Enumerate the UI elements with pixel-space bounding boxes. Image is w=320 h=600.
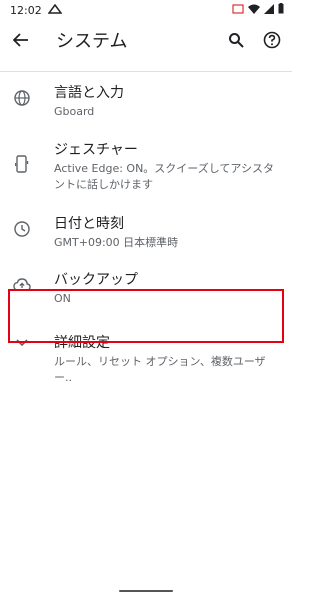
cloud-sync-icon [47,3,63,17]
clock-icon [0,215,44,237]
list-item-date-time[interactable]: 日付と時刻 GMT+09:00 日本標準時 [0,215,292,251]
search-icon[interactable] [222,26,250,54]
item-title: 言語と入力 [54,85,124,101]
cast-icon [232,3,244,17]
item-subtitle: Active Edge: ON。スクイーズしてアシスタントに話しかけます [54,162,274,191]
cloud-upload-icon [0,271,44,291]
item-subtitle: Gboard [54,105,95,118]
header-divider [0,71,292,72]
navigation-handle[interactable] [119,590,173,592]
wifi-icon [248,4,260,17]
back-arrow-icon[interactable] [0,20,42,60]
item-title: ジェスチャー [54,142,138,158]
highlight-box [8,289,284,343]
page-title: システム [56,31,128,52]
status-bar: 12:02 [0,0,292,20]
list-item-gestures[interactable]: ジェスチャー Active Edge: ON。スクイーズしてアシスタントに話しか… [0,141,292,193]
help-icon[interactable] [258,26,286,54]
status-time: 12:02 [10,3,42,17]
item-subtitle: ルール、リセット オプション、複数ユーザー.. [54,355,266,384]
item-title: 日付と時刻 [54,216,124,232]
app-bar: システム [0,20,292,60]
battery-icon [278,3,284,17]
item-subtitle: GMT+09:00 日本標準時 [54,236,179,249]
list-item-language[interactable]: 言語と入力 Gboard [0,84,292,120]
phone-gesture-icon [0,141,44,173]
signal-icon [264,3,274,17]
item-title: バックアップ [54,272,138,288]
globe-icon [0,84,44,106]
